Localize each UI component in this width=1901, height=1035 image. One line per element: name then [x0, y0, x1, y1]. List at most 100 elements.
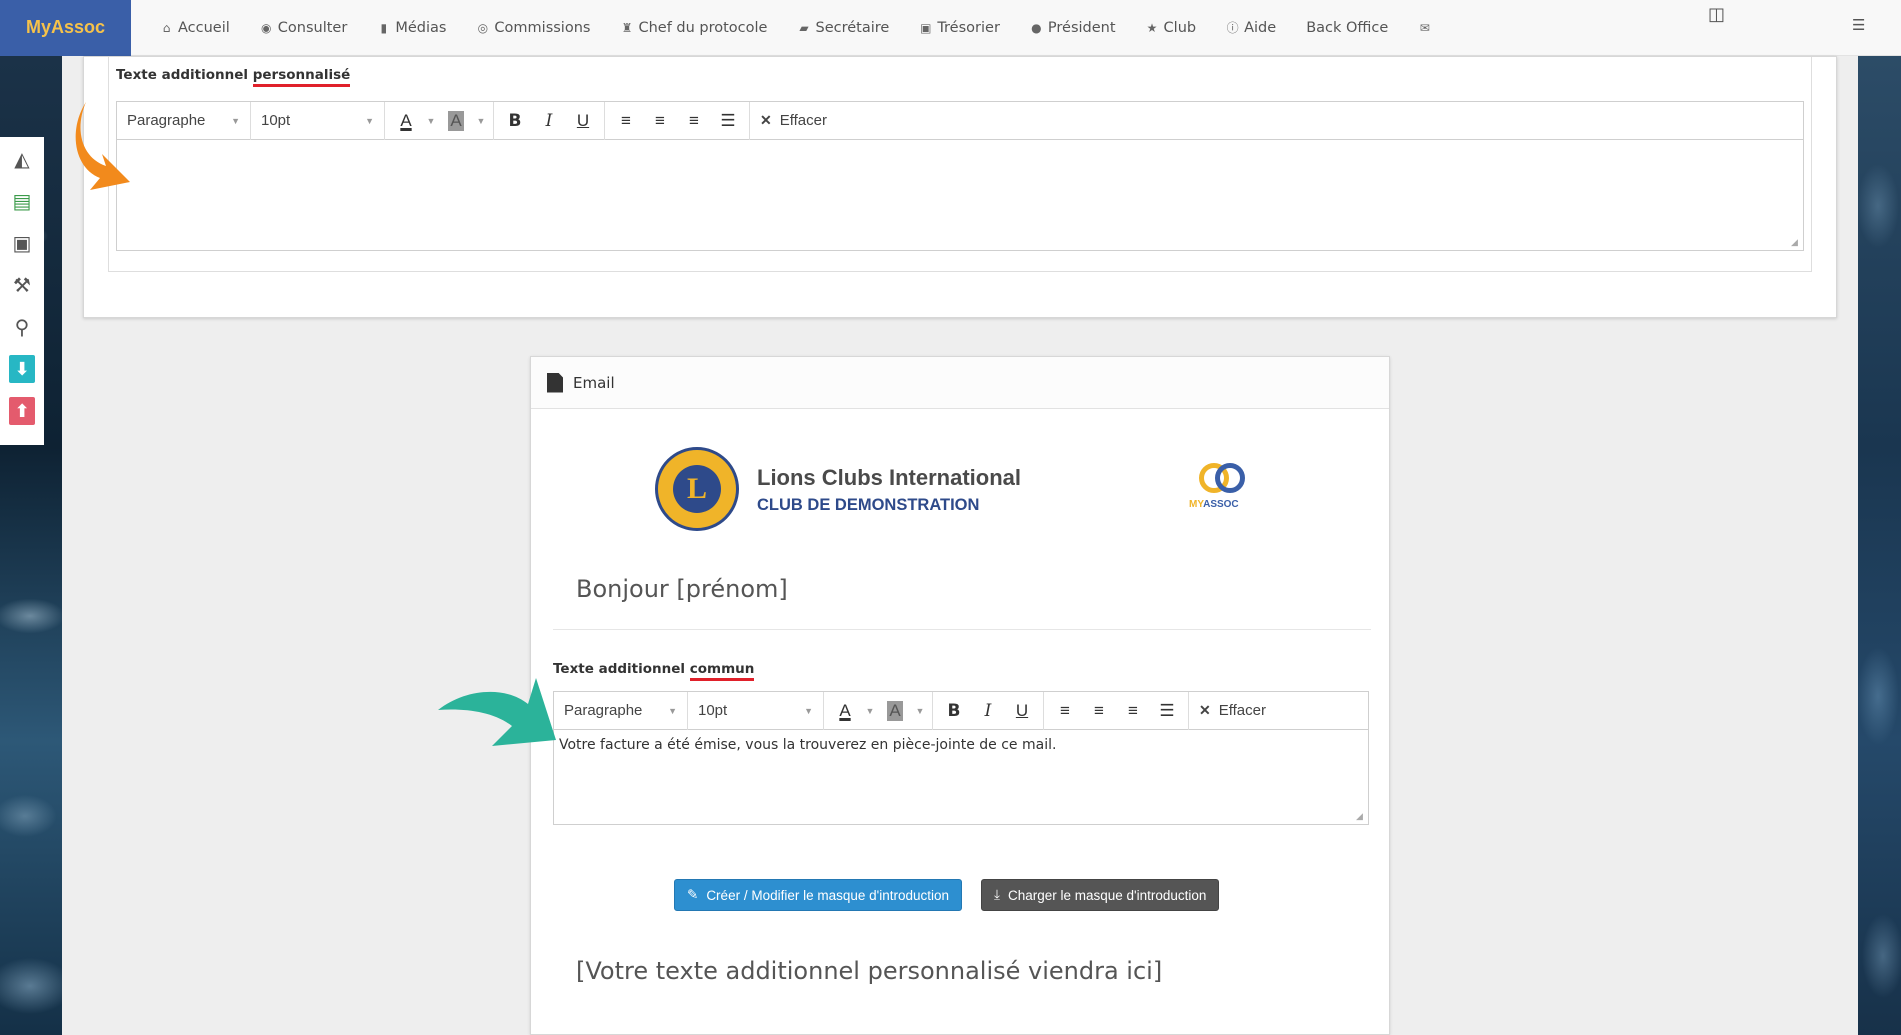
- layout-toggle-icon[interactable]: ◫: [1708, 4, 1725, 25]
- nav-item-back-office[interactable]: Back Office: [1291, 0, 1403, 56]
- font-size-select-value: 10pt: [698, 702, 728, 719]
- nav-item-label: Consulter: [277, 19, 348, 36]
- font-color-icon[interactable]: A: [830, 696, 860, 726]
- nav-item-accueil[interactable]: ⌂ Accueil: [145, 0, 245, 56]
- common-text-content: Votre facture a été émise, vous la trouv…: [559, 737, 1057, 753]
- align-left-icon[interactable]: ≡: [611, 106, 641, 136]
- caret-down-icon[interactable]: ▼: [475, 106, 487, 136]
- underline-icon[interactable]: U: [1007, 696, 1037, 726]
- personalised-text-area[interactable]: ◢: [117, 140, 1803, 250]
- resize-grip-icon[interactable]: ◢: [1791, 238, 1801, 248]
- nav-item-m-dias[interactable]: ▮ Médias: [362, 0, 461, 56]
- align-right-icon[interactable]: ≡: [1118, 696, 1148, 726]
- nav-item-label: Accueil: [178, 19, 230, 36]
- map-marker-icon[interactable]: ⚲: [9, 313, 35, 341]
- editor-toolbar: Paragraphe ▼ 10pt ▼ A ▼ A ▼ B I U ≡ ≡ ≡ ☰ …: [554, 691, 1368, 730]
- top-navbar: MyAssoc ⌂ Accueil ◉ Consulter ▮ Médias ◎ Commis…: [0, 0, 1901, 56]
- align-group: ≡ ≡ ≡ ☰: [605, 101, 750, 140]
- nav-item-commissions[interactable]: ◎ Commissions: [461, 0, 605, 56]
- font-size-select[interactable]: 10pt ▼: [251, 101, 385, 140]
- underline-icon[interactable]: U: [568, 106, 598, 136]
- font-size-select[interactable]: 10pt ▼: [688, 691, 824, 730]
- nav-item-label: Médias: [395, 19, 447, 36]
- align-center-icon[interactable]: ≡: [1084, 696, 1114, 726]
- common-text-label: Texte additionnel commun: [553, 661, 755, 681]
- nav-item-chef-du-protocole[interactable]: ♜ Chef du protocole: [605, 0, 782, 56]
- email-panel-title: Email: [573, 373, 615, 392]
- close-icon: ✕: [760, 112, 772, 128]
- italic-icon[interactable]: I: [973, 696, 1003, 726]
- banknote-icon[interactable]: ▣: [9, 229, 35, 257]
- menu-list-icon[interactable]: ☰: [1852, 16, 1865, 34]
- font-color-icon[interactable]: A: [391, 106, 421, 136]
- envelope-icon: ✉: [1419, 20, 1430, 35]
- load-intro-mask-label: Charger le masque d'introduction: [1007, 887, 1207, 903]
- paragraph-select[interactable]: Paragraphe ▼: [554, 691, 688, 730]
- clear-format-button[interactable]: ✕ Effacer: [1189, 702, 1276, 719]
- area-chart-icon[interactable]: ◭: [9, 145, 35, 173]
- resize-grip-icon[interactable]: ◢: [1356, 812, 1366, 822]
- edit-intro-mask-button[interactable]: ✎ Créer / Modifier le masque d'introducti…: [674, 879, 963, 911]
- color-group: A ▼ A ▼: [824, 691, 933, 730]
- caret-down-icon: ▼: [668, 705, 677, 716]
- label-prefix: Texte additionnel: [553, 661, 690, 677]
- home-icon: ⌂: [162, 20, 171, 35]
- nav-item-tr-sorier[interactable]: ▣ Trésorier: [904, 0, 1015, 56]
- email-panel-header: Email: [531, 357, 1389, 409]
- color-group: A ▼ A ▼: [385, 101, 494, 140]
- download-arrow-icon[interactable]: ⬇: [9, 355, 35, 383]
- personalised-text-editor: Paragraphe ▼ 10pt ▼ A ▼ A ▼ B I U ≡ ≡ ≡: [116, 101, 1804, 251]
- italic-icon[interactable]: I: [534, 106, 564, 136]
- lions-club-logo: L: [655, 447, 739, 531]
- clear-format-label: Effacer: [779, 112, 827, 129]
- info-icon: ⓘ: [1226, 21, 1239, 35]
- align-group: ≡ ≡ ≡ ☰: [1044, 691, 1189, 730]
- label-emphasis: personnalisé: [252, 67, 351, 87]
- paragraph-select[interactable]: Paragraphe ▼: [117, 101, 251, 140]
- caret-down-icon[interactable]: ▼: [914, 696, 926, 726]
- align-justify-icon[interactable]: ☰: [713, 106, 743, 136]
- common-text-area[interactable]: Votre facture a été émise, vous la trouv…: [554, 730, 1368, 824]
- orange-arrow-icon: [75, 102, 130, 190]
- divider: [553, 629, 1371, 630]
- bold-icon[interactable]: B: [939, 696, 969, 726]
- book-icon: ▰: [799, 20, 809, 35]
- nav-item-label: Back Office: [1306, 19, 1389, 36]
- align-center-icon[interactable]: ≡: [645, 106, 675, 136]
- nav-item-mail[interactable]: ✉: [1403, 0, 1446, 56]
- highlight-color-icon[interactable]: A: [441, 106, 471, 136]
- caret-down-icon: ▼: [804, 705, 813, 716]
- money-icon: ▣: [920, 20, 932, 35]
- nav-item-club[interactable]: ★ Club: [1131, 0, 1212, 56]
- nav-item-label: Trésorier: [937, 19, 1000, 36]
- clear-format-label: Effacer: [1218, 702, 1266, 719]
- download-icon: ⤓: [994, 887, 1000, 902]
- load-intro-mask-button[interactable]: ⤓ Charger le masque d'introduction: [981, 879, 1220, 911]
- highlight-color-icon[interactable]: A: [880, 696, 910, 726]
- nav-item-secr-taire[interactable]: ▰ Secrétaire: [782, 0, 904, 56]
- bold-icon[interactable]: B: [500, 106, 530, 136]
- nav-item-aide[interactable]: ⓘ Aide: [1211, 0, 1291, 56]
- personalised-text-label: Texte additionnel personnalisé: [116, 67, 351, 87]
- close-icon: ✕: [1199, 702, 1211, 718]
- caret-down-icon[interactable]: ▼: [425, 106, 437, 136]
- paragraph-select-value: Paragraphe: [564, 702, 643, 719]
- common-text-editor: Paragraphe ▼ 10pt ▼ A ▼ A ▼ B I U ≡ ≡ ≡ ☰ …: [553, 691, 1369, 825]
- document-icon[interactable]: ▤: [9, 187, 35, 215]
- editor-toolbar: Paragraphe ▼ 10pt ▼ A ▼ A ▼ B I U ≡ ≡ ≡: [117, 101, 1803, 140]
- align-left-icon[interactable]: ≡: [1050, 696, 1080, 726]
- align-justify-icon[interactable]: ☰: [1152, 696, 1182, 726]
- align-right-icon[interactable]: ≡: [679, 106, 709, 136]
- file-icon: ▮: [380, 20, 388, 35]
- brand-logo[interactable]: MyAssoc: [0, 0, 131, 56]
- edit-icon: ✎: [687, 887, 699, 902]
- nav-item-pr-sident[interactable]: ● Président: [1015, 0, 1131, 56]
- nav-item-consulter[interactable]: ◉ Consulter: [245, 0, 363, 56]
- clear-format-button[interactable]: ✕ Effacer: [750, 112, 837, 129]
- wrench-icon[interactable]: ⚒: [9, 271, 35, 299]
- personalised-text-placeholder: [Votre texte additionnel personnalisé vi…: [576, 957, 1163, 985]
- myassoc-logo: MYASSOC: [1189, 463, 1255, 519]
- upload-arrow-icon[interactable]: ⬆: [9, 397, 35, 425]
- nav-item-label: Aide: [1244, 19, 1277, 36]
- caret-down-icon[interactable]: ▼: [864, 696, 876, 726]
